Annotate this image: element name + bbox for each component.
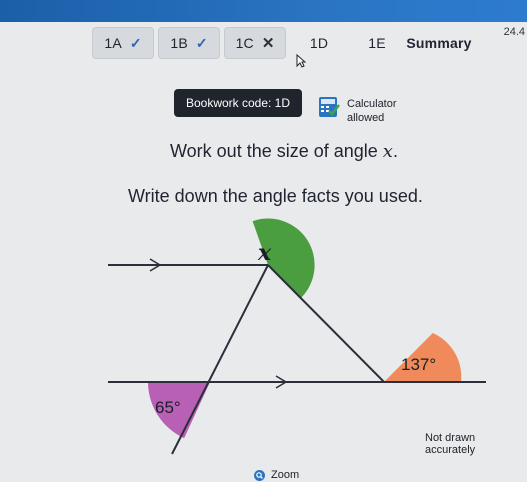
tab-summary[interactable]: Summary: [404, 27, 474, 59]
question-variable: x: [382, 141, 393, 162]
calculator-icon: [319, 97, 340, 117]
not-drawn-accurately-note: Not drawn accurately: [425, 432, 476, 456]
angle-137-label: 137°: [401, 355, 436, 374]
geometry-diagram: x 137° 65°: [108, 218, 486, 455]
tab-1e-label: 1E: [368, 35, 386, 51]
question-instruction: Write down the angle facts you used.: [128, 186, 423, 206]
zoom-label: Zoom: [271, 469, 300, 481]
tab-1b-label: 1B: [170, 35, 188, 51]
tab-1b[interactable]: 1B ✓: [158, 27, 220, 59]
tab-1a-label: 1A: [104, 35, 122, 51]
tab-summary-label: Summary: [406, 35, 472, 51]
calculator-allowed-text: Calculator allowed: [347, 97, 397, 125]
cross-icon: ✕: [261, 35, 275, 52]
tab-1a[interactable]: 1A ✓: [92, 27, 154, 59]
tab-1c-label: 1C: [235, 35, 254, 51]
check-icon: ✓: [195, 34, 208, 51]
top-bar: [0, 0, 527, 22]
tab-1d-label: 1D: [309, 35, 329, 51]
transversal-line: [171, 264, 269, 455]
calculator-line2: allowed: [347, 112, 385, 124]
angle-x-label: x: [257, 240, 272, 266]
calculator-line1: Calculator: [347, 98, 397, 110]
magnifier-icon: [254, 469, 265, 481]
question-prefix: Work out the size of angle: [170, 141, 383, 161]
question-suffix: .: [392, 141, 398, 161]
angle-65-label: 65°: [155, 398, 181, 417]
check-icon: ✓: [129, 34, 142, 51]
triangle-side-line: [267, 264, 385, 383]
mouse-cursor-icon: [296, 54, 306, 68]
bookwork-code-badge: Bookwork code: 1D: [174, 89, 302, 117]
tab-1e[interactable]: 1E: [352, 27, 402, 59]
tab-1c[interactable]: 1C ✕: [224, 27, 286, 59]
zoom-button[interactable]: Zoom: [254, 469, 299, 481]
question-tabs: 1A ✓ 1B ✓ 1C ✕ 1D 1E Summary: [92, 27, 527, 65]
question-text: Work out the size of angle x.: [170, 141, 398, 162]
